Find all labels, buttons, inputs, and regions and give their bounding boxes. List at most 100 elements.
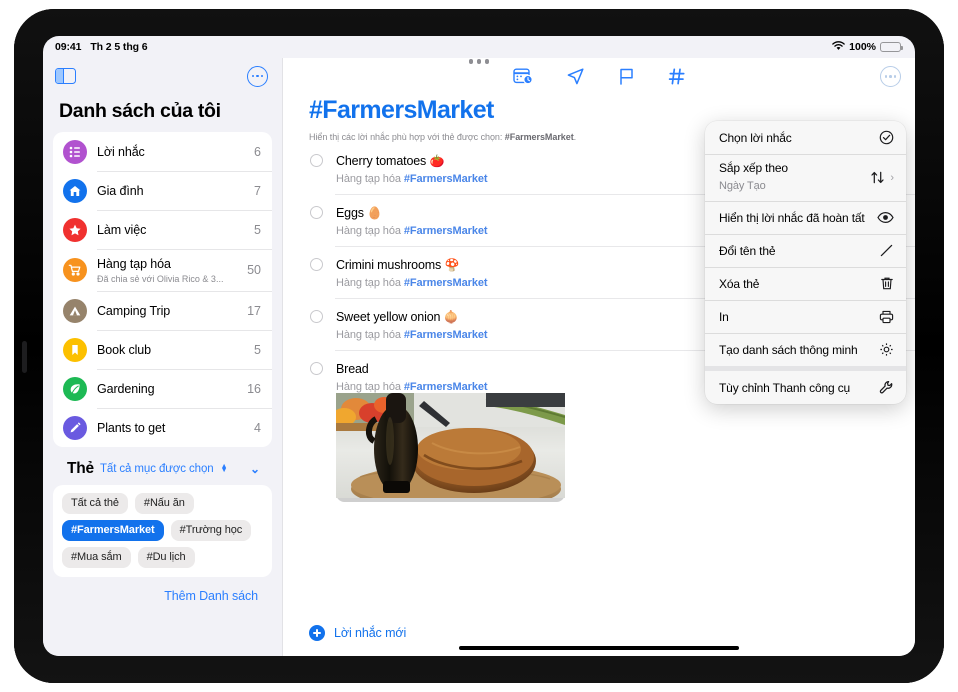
calendar-clock-icon[interactable]: [512, 67, 533, 85]
reminder-checkbox[interactable]: [310, 258, 323, 271]
tags-card: Tất cả thẻ #Nấu ăn #FarmersMarket #Trườn…: [53, 485, 272, 577]
tablet-screen: 09:41 Th 2 5 thg 6 100% Danh sách của tô…: [43, 36, 915, 656]
sidebar-item-count: 6: [254, 144, 261, 159]
pencil-icon: [63, 415, 87, 440]
reminder-tag: #FarmersMarket: [403, 381, 488, 393]
multitasking-handle[interactable]: [43, 59, 915, 64]
hashtag-icon[interactable]: [668, 67, 686, 86]
status-time: 09:41: [55, 41, 82, 53]
reminder-checkbox[interactable]: [310, 206, 323, 219]
reminder-checkbox[interactable]: [310, 310, 323, 323]
sidebar-item-count: 7: [254, 183, 261, 198]
sidebar-item-hang-tap-hoa[interactable]: Hàng tạp hóa Đã chia sẻ với Olivia Rico …: [53, 249, 272, 291]
menu-item-print[interactable]: In: [705, 300, 906, 333]
sidebar-item-plants-to-get[interactable]: Plants to get 4: [53, 408, 272, 447]
menu-item-label: Sắp xếp theo: [719, 161, 788, 175]
tag-chip-farmersmarket[interactable]: #FarmersMarket: [62, 520, 164, 541]
sidebar-item-label: Plants to get: [97, 420, 166, 435]
trash-icon: [880, 276, 894, 291]
status-date: Th 2 5 thg 6: [90, 41, 148, 53]
tag-chip-school[interactable]: #Trường học: [170, 520, 252, 541]
reminder-checkbox[interactable]: [310, 154, 323, 167]
reminder-emoji: 🍄: [444, 258, 460, 272]
sidebar-scroll-area[interactable]: Lời nhắc 6 Gia đình 7 Làm việc 5 Hàng tạ…: [43, 132, 282, 656]
menu-item-rename-tag[interactable]: Đổi tên thẻ: [705, 234, 906, 267]
reminder-title: Eggs 🥚: [336, 206, 383, 220]
menu-item-label: Đổi tên thẻ: [719, 243, 776, 258]
page-title: Danh sách của tôi: [59, 100, 221, 122]
reminder-title: Sweet yellow onion 🧅: [336, 310, 459, 324]
reminder-tag: #FarmersMarket: [403, 277, 488, 289]
sidebar-item-gia-dinh[interactable]: Gia đình 7: [53, 171, 272, 210]
reminder-list-name: Hàng tạp hóa: [336, 173, 401, 185]
reminder-tag: #FarmersMarket: [403, 225, 488, 237]
status-bar: 09:41 Th 2 5 thg 6 100%: [43, 36, 915, 58]
menu-item-create-smart-list[interactable]: Tạo danh sách thông minh: [705, 333, 906, 366]
my-lists-card: Lời nhắc 6 Gia đình 7 Làm việc 5 Hàng tạ…: [53, 132, 272, 447]
checkmark-circle-icon: [879, 130, 894, 145]
chevron-right-icon: ›: [890, 171, 894, 184]
context-menu: Chọn lời nhắc Sắp xếp theo Ngày Tạo › Hi…: [705, 121, 906, 404]
up-down-arrows-icon[interactable]: ▲ ▼: [221, 463, 228, 474]
main-content: #FarmersMarket Hiển thị các lời nhắc phù…: [282, 58, 915, 656]
sidebar-item-label: Gia đình: [97, 183, 144, 198]
menu-item-label: Tạo danh sách thông minh: [719, 342, 858, 357]
menu-item-label: Chọn lời nhắc: [719, 130, 792, 145]
menu-item-label: Xóa thẻ: [719, 276, 760, 291]
sidebar-item-count: 5: [254, 222, 261, 237]
star-icon: [63, 217, 87, 242]
menu-item-select-reminders[interactable]: Chọn lời nhắc: [705, 121, 906, 154]
plus-circle-icon[interactable]: [309, 625, 325, 641]
leaf-icon: [63, 376, 87, 401]
reminder-list-name: Hàng tạp hóa: [336, 225, 401, 237]
bulleted-list-icon: [63, 139, 87, 164]
tag-chip-shopping[interactable]: #Mua sắm: [62, 547, 131, 568]
sidebar-item-count: 50: [247, 263, 261, 277]
sidebar-item-book-club[interactable]: Book club 5: [53, 330, 272, 369]
flag-icon[interactable]: [618, 67, 635, 86]
sidebar-item-loi-nhac[interactable]: Lời nhắc 6: [53, 132, 272, 171]
sidebar-item-subtitle: Đã chia sẻ với Olivia Rico & 3...: [97, 274, 224, 284]
menu-item-label: Tùy chỉnh Thanh công cụ: [719, 380, 851, 395]
reminder-emoji: 🍅: [429, 154, 445, 168]
main-more-icon[interactable]: [880, 66, 901, 87]
reminder-checkbox[interactable]: [310, 362, 323, 375]
reminder-emoji: 🧅: [443, 310, 459, 324]
printer-icon: [879, 310, 894, 324]
menu-item-sort-by[interactable]: Sắp xếp theo Ngày Tạo ›: [705, 154, 906, 201]
sidebar-item-lam-viec[interactable]: Làm việc 5: [53, 210, 272, 249]
subtitle-suffix: .: [573, 132, 577, 142]
reminder-photo-bread[interactable]: [332, 393, 566, 511]
location-arrow-icon[interactable]: [566, 67, 585, 86]
sidebar-item-label: Camping Trip: [97, 303, 171, 318]
sidebar-item-count: 16: [247, 381, 261, 396]
sidebar-item-gardening[interactable]: Gardening 16: [53, 369, 272, 408]
sidebar-item-label: Hàng tạp hóa: [97, 257, 171, 271]
volume-button[interactable]: [22, 341, 27, 373]
tags-title: Thẻ: [67, 460, 94, 477]
chevron-down-icon[interactable]: ⌄: [250, 462, 260, 476]
menu-item-show-completed[interactable]: Hiển thị lời nhắc đã hoàn tất: [705, 201, 906, 234]
sidebar-item-count: 5: [254, 342, 261, 357]
reminder-title: Crimini mushrooms 🍄: [336, 258, 460, 272]
menu-item-customize-toolbar[interactable]: Tùy chỉnh Thanh công cụ: [705, 371, 906, 404]
tags-filter-label[interactable]: Tất cả mục được chọn: [100, 463, 214, 475]
pencil-icon: [879, 243, 894, 258]
tag-chip-all[interactable]: Tất cả thẻ: [62, 493, 128, 514]
menu-item-delete-tag[interactable]: Xóa thẻ: [705, 267, 906, 300]
tag-chip-travel[interactable]: #Du lịch: [137, 547, 195, 568]
house-icon: [63, 178, 87, 203]
tag-chip-cooking[interactable]: #Nấu ăn: [134, 493, 194, 514]
tent-icon: [63, 298, 87, 323]
reminder-title: Bread: [336, 362, 369, 376]
battery-percent: 100%: [849, 41, 876, 53]
reminder-title: Cherry tomatoes 🍅: [336, 154, 445, 168]
sidebar-toggle-icon[interactable]: [55, 68, 76, 84]
sidebar-item-label: Làm việc: [97, 222, 147, 237]
new-reminder-label[interactable]: Lời nhắc mới: [334, 626, 406, 640]
sidebar-more-icon[interactable]: [247, 65, 268, 87]
add-list-button[interactable]: Thêm Danh sách: [164, 589, 258, 603]
menu-item-label: In: [719, 309, 729, 324]
reminder-list-name: Hàng tạp hóa: [336, 329, 401, 341]
sidebar-item-camping-trip[interactable]: Camping Trip 17: [53, 291, 272, 330]
